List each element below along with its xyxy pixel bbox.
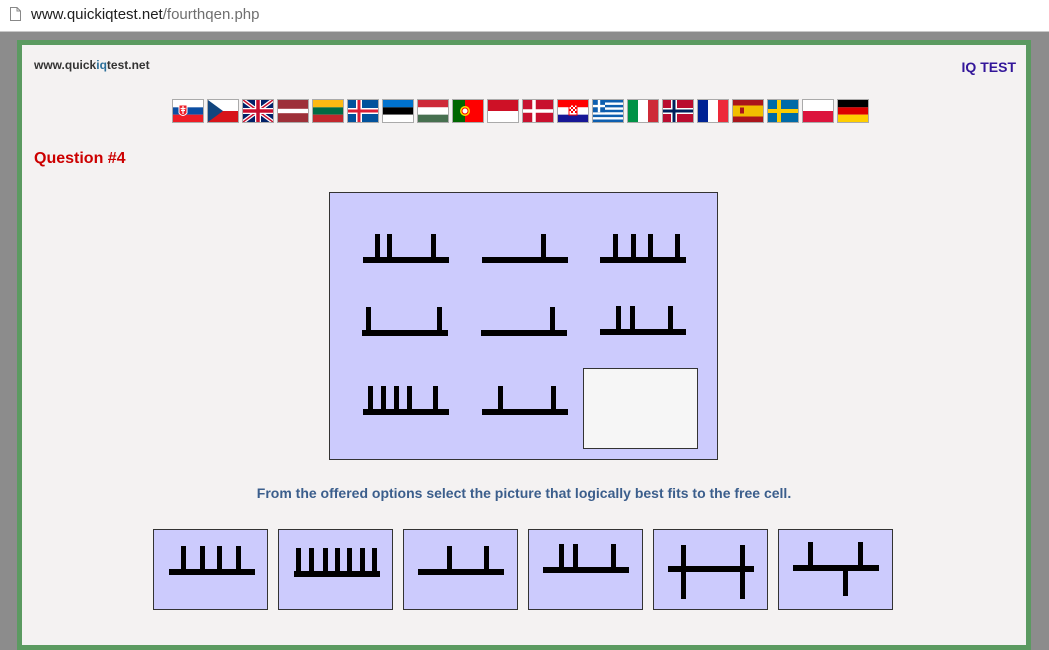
answer-option-2[interactable]	[278, 529, 393, 610]
answer-option-4[interactable]	[528, 529, 643, 610]
flag-indonesia[interactable]	[487, 99, 519, 123]
flag-latvia[interactable]	[277, 99, 309, 123]
puzzle-figure-1	[363, 234, 449, 263]
flag-france[interactable]	[697, 99, 729, 123]
flag-sweden[interactable]	[767, 99, 799, 123]
answer-option-5[interactable]	[653, 529, 768, 610]
flag-denmark[interactable]	[522, 99, 554, 123]
flag-greece[interactable]	[592, 99, 624, 123]
flag-poland[interactable]	[802, 99, 834, 123]
language-flags	[172, 99, 882, 125]
flag-norway[interactable]	[662, 99, 694, 123]
flag-germany[interactable]	[837, 99, 869, 123]
flag-hungary[interactable]	[417, 99, 449, 123]
puzzle-figure-4	[362, 307, 448, 336]
url-text[interactable]: www.quickiqtest.net/fourthqen.php	[31, 6, 259, 23]
document-icon	[10, 7, 21, 21]
flag-estonia[interactable]	[382, 99, 414, 123]
instructions-text: From the offered options select the pict…	[256, 485, 792, 501]
puzzle-figure-6	[600, 306, 686, 335]
flag-croatia[interactable]	[557, 99, 589, 123]
answer-option-3[interactable]	[403, 529, 518, 610]
flag-czech-republic[interactable]	[207, 99, 239, 123]
flag-spain[interactable]	[732, 99, 764, 123]
flag-iceland[interactable]	[347, 99, 379, 123]
puzzle-figure-2	[482, 234, 568, 263]
puzzle-figure-5	[481, 307, 567, 336]
flag-slovakia[interactable]	[172, 99, 204, 123]
address-bar[interactable]: www.quickiqtest.net/fourthqen.php	[0, 0, 1049, 32]
iq-test-link[interactable]: IQ TEST	[962, 59, 1016, 75]
puzzle-figure-7	[363, 386, 449, 415]
flag-italy[interactable]	[627, 99, 659, 123]
puzzle-matrix	[329, 192, 718, 460]
answer-option-1[interactable]	[153, 529, 268, 610]
site-name[interactable]: www.quickiqtest.net	[34, 58, 150, 72]
answer-option-6[interactable]	[778, 529, 893, 610]
flag-portugal[interactable]	[452, 99, 484, 123]
quiz-frame: www.quickiqtest.net IQ TEST Question #4 …	[17, 40, 1031, 650]
free-cell	[583, 368, 698, 449]
puzzle-figure-3	[600, 234, 686, 263]
question-title: Question #4	[34, 150, 126, 167]
puzzle-figure-8	[482, 386, 568, 415]
flag-lithuania[interactable]	[312, 99, 344, 123]
flag-united-kingdom[interactable]	[242, 99, 274, 123]
